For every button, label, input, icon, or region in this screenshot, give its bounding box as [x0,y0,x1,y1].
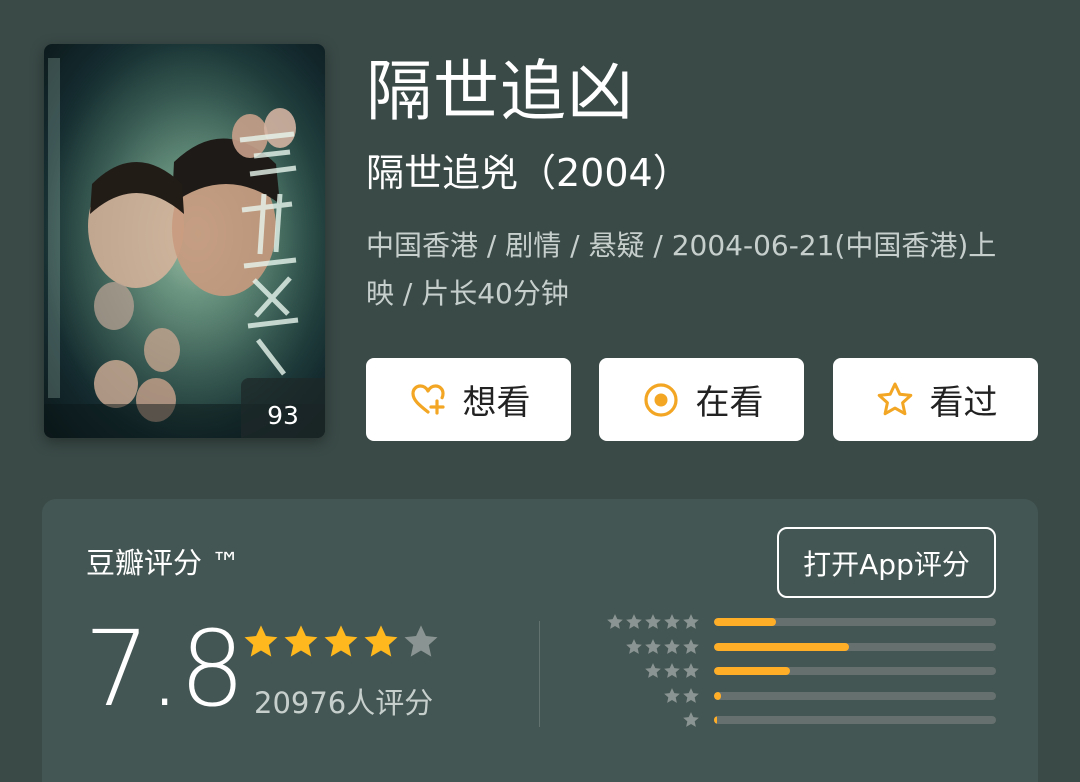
small-star-icon [664,614,680,629]
want-to-watch-label: 想看 [462,383,531,423]
rating-row-stars [644,662,700,680]
rating-bar-fill [714,642,850,651]
star-filled-icon [364,625,398,657]
rating-bar-fill [714,618,777,626]
small-star-icon [645,614,661,629]
small-star-icon [683,638,699,654]
watched-label: 看过 [929,383,998,423]
small-star-icon [645,638,661,654]
small-star-icon [626,614,642,629]
rating-row-stars [663,687,700,705]
star-filled-icon [244,625,278,657]
small-star-icon [607,614,623,629]
want-to-watch-button[interactable]: 想看 [366,358,571,441]
rating-panel: 豆瓣评分 ™ 打开App评分 7.8 20976人评分 [42,499,1038,782]
rating-bar-track [714,642,996,651]
watching-label: 在看 [695,383,764,423]
rating-distribution-row [602,711,998,731]
rating-bar-track [714,716,996,724]
small-star-icon [664,663,680,678]
rating-bar-track [714,618,996,626]
small-star-icon [664,687,680,703]
rating-bar-fill [714,667,791,675]
watching-circle-icon [643,382,678,417]
rating-count: 20976人评分 [254,686,434,720]
rating-score: 7.8 [84,608,245,730]
page-title: 隔世追凶 [366,53,634,130]
rating-stars [242,623,440,661]
movie-poster[interactable]: 93 [44,44,325,438]
open-app-rate-button[interactable]: 打开App评分 [777,527,996,598]
rating-bar-track [714,691,996,700]
original-title: 隔世追兇（2004） [366,151,691,195]
star-filled-icon [324,625,358,657]
rating-distribution-row [602,613,998,633]
star-filled-icon [284,625,318,657]
watching-button[interactable]: 在看 [599,358,804,441]
douban-rating-label: 豆瓣评分 ™ [86,546,241,580]
rating-distribution-row [602,687,998,707]
star-empty-icon [404,625,438,657]
small-star-icon [683,687,699,703]
poster-rank-badge: 93 [241,378,325,438]
rating-distribution-row [602,638,998,658]
rating-bar-track [714,667,996,675]
rating-bar-fill [714,691,722,700]
watched-button[interactable]: 看过 [833,358,1038,441]
small-star-icon [683,663,699,678]
heart-plus-icon [410,383,445,415]
rating-row-stars [606,613,700,631]
movie-meta-info: 中国香港 / 剧情 / 悬疑 / 2004-06-21(中国香港)上映 / 片长… [366,229,997,310]
small-star-icon [664,638,680,654]
small-star-icon [626,638,642,654]
rating-row-stars [625,638,700,656]
small-star-icon [683,614,699,629]
divider [539,621,540,727]
small-star-icon [683,712,699,727]
small-star-icon [645,663,661,678]
star-outline-icon [877,382,912,415]
rating-distribution-row [602,662,998,682]
rating-bar-fill [714,716,717,724]
rating-row-stars [682,711,700,729]
